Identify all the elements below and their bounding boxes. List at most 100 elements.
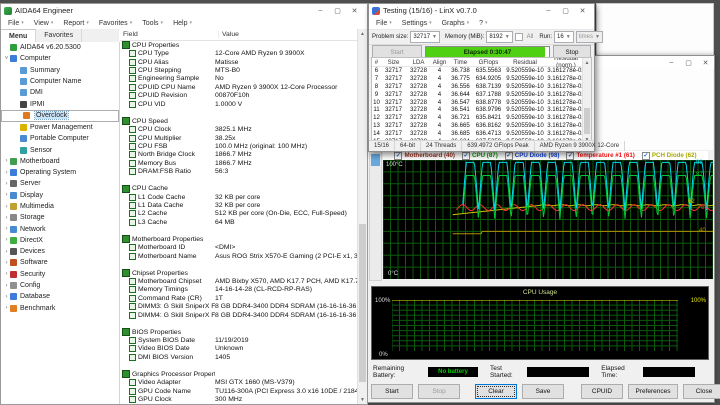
column-header[interactable]: LDA xyxy=(406,59,431,66)
times-select[interactable]: times▼ xyxy=(576,31,603,43)
tree-expand-icon[interactable]: › xyxy=(3,305,10,311)
field-row[interactable]: CPU Cache xyxy=(120,184,358,192)
sidebar-item-motherboard[interactable]: ›Motherboard xyxy=(1,156,119,167)
field-row[interactable]: CPU Clock3825.1 MHz xyxy=(120,125,358,133)
field-row[interactable]: CPUID CPU NameAMD Ryzen 9 3900X 12-Core … xyxy=(120,83,358,91)
field-row[interactable]: Motherboard ChipsetAMD Bixby X570, AMD K… xyxy=(120,277,358,285)
maximize-icon[interactable]: ▢ xyxy=(680,57,697,69)
sidebar-item-server[interactable]: ›Server xyxy=(1,178,119,189)
value-column-header[interactable]: Value xyxy=(219,31,358,38)
field-row[interactable]: Engineering SampleNo xyxy=(120,75,358,83)
field-row[interactable]: DRAM:FSB Ratio56:3 xyxy=(120,168,358,176)
field-row[interactable]: Memory Bus1866.7 MHz xyxy=(120,159,358,167)
save-button[interactable]: Save xyxy=(522,384,564,399)
column-header[interactable]: Align xyxy=(431,59,448,66)
sidebar-item-network[interactable]: ›Network xyxy=(1,223,119,234)
sidebar-item-overclock[interactable]: Overclock xyxy=(1,110,119,122)
aida-menu-view[interactable]: View▾ xyxy=(29,20,59,27)
table-row[interactable]: 123271732728436.721635.84219.520559e-103… xyxy=(372,114,591,122)
aida-menu-help[interactable]: Help▾ xyxy=(168,20,197,27)
sidebar-item-database[interactable]: ›Database xyxy=(1,291,119,302)
field-row[interactable]: System BIOS Date11/19/2019 xyxy=(120,336,358,344)
sidebar-item-display[interactable]: ›Display xyxy=(1,190,119,201)
sidebar-item-benchmark[interactable]: ›Benchmark xyxy=(1,303,119,314)
field-row[interactable]: DIMM4: G Skill SniperX F4-3400C16-8GSXW8… xyxy=(120,311,358,319)
field-row[interactable]: CPU Speed xyxy=(120,117,358,125)
tree-expand-icon[interactable]: › xyxy=(3,170,10,176)
field-row[interactable]: GPU Code NameTU116-300A (PCI Express 3.0… xyxy=(120,387,358,395)
cpuid-button[interactable]: CPUID xyxy=(581,384,623,399)
sidebar-item-multimedia[interactable]: ›Multimedia xyxy=(1,201,119,212)
sidebar-item-software[interactable]: ›Software xyxy=(1,257,119,268)
column-header[interactable]: GFlops xyxy=(473,59,504,66)
tree-expand-icon[interactable]: › xyxy=(3,181,10,187)
scroll-up-icon[interactable]: ▲ xyxy=(358,29,367,38)
field-row[interactable]: Motherboard ID<DMI> xyxy=(120,244,358,252)
sidebar-item-directx[interactable]: ›DirectX xyxy=(1,235,119,246)
field-row[interactable]: Command Rate (CR)1T xyxy=(120,294,358,302)
checkbox-checked-icon[interactable]: ✓ xyxy=(462,152,470,160)
clear-button[interactable]: Clear xyxy=(475,384,517,399)
tree-expand-icon[interactable]: › xyxy=(3,215,10,221)
minimize-icon[interactable]: – xyxy=(663,57,680,69)
tree-expand-icon[interactable]: › xyxy=(3,283,10,289)
run-select[interactable]: 16▼ xyxy=(554,31,574,43)
sidebar-item-sensor[interactable]: Sensor xyxy=(1,144,119,155)
sidebar-item-config[interactable]: ›Config xyxy=(1,280,119,291)
start-button[interactable]: Start xyxy=(371,384,413,399)
linx-menu-file[interactable]: File▾ xyxy=(371,20,397,27)
sidebar-item-operating-system[interactable]: ›Operating System xyxy=(1,167,119,178)
field-row[interactable]: CPU AliasMatisse xyxy=(120,58,358,66)
tree-expand-icon[interactable]: › xyxy=(3,192,10,198)
column-header[interactable]: # xyxy=(372,59,381,66)
sidebar-item-computer-name[interactable]: Computer Name xyxy=(1,76,119,87)
table-scrollbar[interactable]: ▲ ▼ xyxy=(582,58,591,144)
maximize-icon[interactable]: ▢ xyxy=(329,5,346,17)
field-row[interactable]: CPUID Revision00870F10h xyxy=(120,92,358,100)
tree-expand-icon[interactable]: › xyxy=(3,204,10,210)
all-checkbox[interactable] xyxy=(515,33,523,41)
aida-menu-report[interactable]: Report▾ xyxy=(58,20,94,27)
sidebar-item-computer[interactable]: ˅Computer xyxy=(1,53,119,64)
field-row[interactable]: North Bridge Clock1866.7 MHz xyxy=(120,151,358,159)
field-row[interactable]: L3 Cache64 MB xyxy=(120,218,358,226)
field-row[interactable]: GPU Clock300 MHz xyxy=(120,395,358,403)
field-column-header[interactable]: Field xyxy=(120,31,219,38)
sidebar-item-storage[interactable]: ›Storage xyxy=(1,212,119,223)
maximize-icon[interactable]: ▢ xyxy=(557,5,574,17)
column-header[interactable]: Residual xyxy=(504,59,546,66)
field-row[interactable]: Video BIOS DateUnknown xyxy=(120,345,358,353)
preferences-button[interactable]: Preferences xyxy=(628,384,678,399)
field-row[interactable]: Memory Timings14-16-14-28 (CL-RCD-RP-RAS… xyxy=(120,286,358,294)
table-row[interactable]: 103271732728436.547638.87789.520559e-103… xyxy=(372,98,591,106)
stop-button[interactable]: Stop xyxy=(418,384,460,399)
memory-select[interactable]: 8192▼ xyxy=(486,31,512,43)
tab-menu[interactable]: Menu xyxy=(1,29,36,42)
field-row[interactable]: BIOS Properties xyxy=(120,328,358,336)
sidebar-item-summary[interactable]: Summary xyxy=(1,65,119,76)
linx-menu-graphs[interactable]: Graphs▾ xyxy=(437,20,474,27)
close-icon[interactable]: ✕ xyxy=(574,5,591,17)
tab-favorites[interactable]: Favorites xyxy=(36,29,82,42)
minimize-icon[interactable]: – xyxy=(540,5,557,17)
tree-expand-icon[interactable]: › xyxy=(3,158,10,164)
checkbox-checked-icon[interactable]: ✓ xyxy=(566,152,574,160)
field-row[interactable]: L1 Data Cache32 KB per core xyxy=(120,201,358,209)
field-row[interactable]: L1 Code Cache32 KB per core xyxy=(120,193,358,201)
scrollbar-thumb[interactable] xyxy=(359,224,366,382)
sidebar-item-dmi[interactable]: DMI xyxy=(1,87,119,98)
table-row[interactable]: 93271732728436.644637.17889.520559e-103.… xyxy=(372,90,591,98)
field-row[interactable]: Motherboard NameAsus ROG Strix X570-E Ga… xyxy=(120,252,358,260)
linx-menu-settings[interactable]: Settings▾ xyxy=(397,20,437,27)
aida-menu-file[interactable]: File▾ xyxy=(3,20,29,27)
scrollbar-thumb[interactable] xyxy=(371,154,380,166)
field-row[interactable]: CPU FSB100.0 MHz (original: 100 MHz) xyxy=(120,142,358,150)
sidebar-item-power-management[interactable]: Power Management xyxy=(1,122,119,133)
column-header[interactable]: Size xyxy=(381,59,406,66)
field-row[interactable]: Graphics Processor Properties xyxy=(120,370,358,378)
table-row[interactable]: 113271732728436.541638.97969.520559e-103… xyxy=(372,106,591,114)
sidebar-item-security[interactable]: ›Security xyxy=(1,269,119,280)
linx-menu-?[interactable]: ?▾ xyxy=(474,20,492,27)
checkbox-checked-icon[interactable]: ✓ xyxy=(394,152,402,160)
field-row[interactable]: CPU VID1.0000 V xyxy=(120,100,358,108)
